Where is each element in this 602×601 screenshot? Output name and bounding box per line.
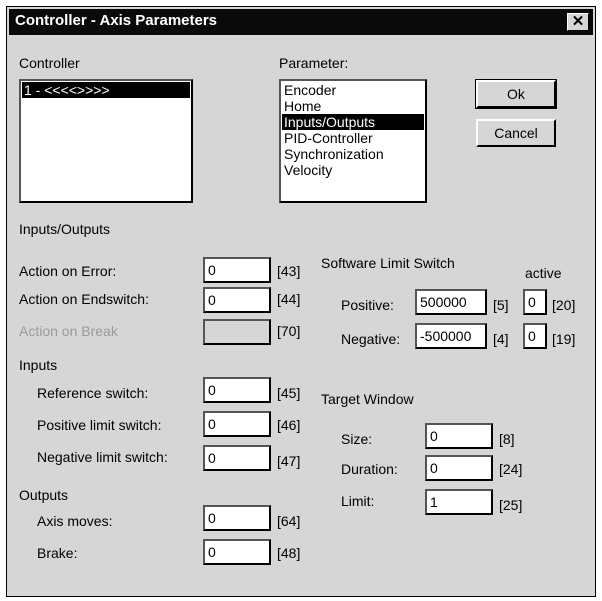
ok-button[interactable]: Ok (475, 79, 557, 109)
software-negative-code: [4] (493, 331, 509, 347)
parameter-item-velocity[interactable]: Velocity (282, 162, 424, 178)
software-negative-active-code: [19] (552, 331, 576, 347)
parameter-item-synchronization[interactable]: Synchronization (282, 146, 424, 162)
target-size-field[interactable]: 0 (425, 423, 493, 449)
axis-moves-field[interactable]: 0 (203, 505, 271, 531)
software-negative-active-field[interactable]: 0 (523, 323, 547, 349)
action-on-break-label: Action on Break (19, 323, 118, 339)
action-on-error-code: [43] (277, 263, 301, 279)
negative-limit-switch-code: [47] (277, 453, 301, 469)
target-size-label: Size: (341, 431, 373, 447)
close-button[interactable]: ✕ (567, 13, 589, 31)
parameter-item-encoder[interactable]: Encoder (282, 82, 424, 98)
axis-parameters-dialog: Controller - Axis Parameters ✕ Controlle… (6, 6, 596, 597)
close-icon: ✕ (571, 13, 585, 30)
software-positive-active-code: [20] (552, 297, 576, 313)
software-limit-switch-label: Software Limit Switch (321, 255, 455, 271)
software-positive-field[interactable]: 500000 (415, 289, 487, 315)
software-negative-field[interactable]: -500000 (415, 323, 487, 349)
action-on-endswitch-label: Action on Endswitch: (19, 291, 149, 307)
target-size-code: [8] (499, 431, 515, 447)
target-duration-label: Duration: (341, 461, 398, 477)
positive-limit-switch-label: Positive limit switch: (37, 417, 162, 433)
software-positive-active-field[interactable]: 0 (523, 289, 547, 315)
reference-switch-label: Reference switch: (37, 385, 149, 401)
software-positive-code: [5] (493, 297, 509, 313)
active-label: active (525, 265, 562, 281)
parameter-label: Parameter: (279, 55, 349, 71)
target-window-label: Target Window (321, 391, 414, 407)
negative-limit-switch-field[interactable]: 0 (203, 445, 271, 471)
action-on-error-field[interactable]: 0 (203, 257, 271, 283)
brake-label: Brake: (37, 545, 78, 561)
software-negative-label: Negative: (341, 331, 401, 347)
brake-code: [48] (277, 545, 301, 561)
reference-switch-field[interactable]: 0 (203, 377, 271, 403)
window-title: Controller - Axis Parameters (15, 12, 218, 29)
cancel-button[interactable]: Cancel (476, 119, 556, 147)
software-positive-label: Positive: (341, 297, 394, 313)
inputs-group-label: Inputs (19, 357, 58, 373)
action-on-endswitch-field[interactable]: 0 (203, 287, 271, 313)
controller-item[interactable]: 1 - <<<<>>>> (22, 82, 190, 98)
positive-limit-switch-code: [46] (277, 417, 301, 433)
target-limit-code: [25] (499, 497, 523, 513)
parameter-listbox[interactable]: Encoder Home Inputs/Outputs PID-Controll… (279, 79, 427, 203)
negative-limit-switch-label: Negative limit switch: (37, 449, 168, 465)
controller-listbox[interactable]: 1 - <<<<>>>> (19, 79, 193, 203)
parameter-item-home[interactable]: Home (282, 98, 424, 114)
inputs-outputs-section-label: Inputs/Outputs (19, 221, 111, 237)
target-limit-field[interactable]: 1 (425, 489, 493, 515)
action-on-endswitch-code: [44] (277, 291, 301, 307)
controller-label: Controller (19, 55, 80, 71)
brake-field[interactable]: 0 (203, 539, 271, 565)
action-on-break-code: [70] (277, 323, 301, 339)
axis-moves-label: Axis moves: (37, 513, 113, 529)
parameter-item-pid-controller[interactable]: PID-Controller (282, 130, 424, 146)
reference-switch-code: [45] (277, 385, 301, 401)
target-duration-code: [24] (499, 461, 523, 477)
outputs-group-label: Outputs (19, 487, 69, 503)
action-on-break-field (203, 319, 271, 345)
axis-moves-code: [64] (277, 513, 301, 529)
parameter-item-inputs-outputs[interactable]: Inputs/Outputs (282, 114, 424, 130)
positive-limit-switch-field[interactable]: 0 (203, 411, 271, 437)
target-limit-label: Limit: (341, 493, 375, 509)
title-bar[interactable]: Controller - Axis Parameters ✕ (9, 9, 593, 35)
action-on-error-label: Action on Error: (19, 263, 117, 279)
target-duration-field[interactable]: 0 (425, 455, 493, 481)
